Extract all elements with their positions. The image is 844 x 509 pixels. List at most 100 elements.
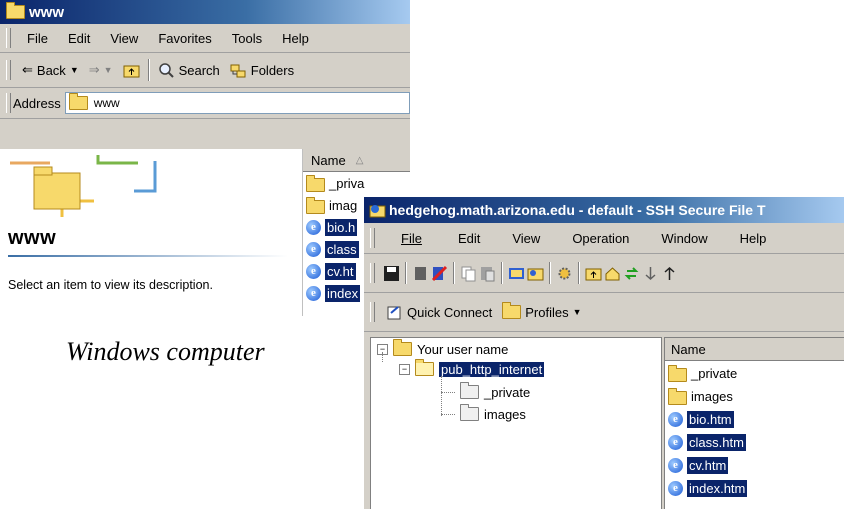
column-name-label: Name xyxy=(311,152,346,168)
forward-button[interactable]: ⇒ ▼ xyxy=(84,62,118,78)
menu-view[interactable]: View xyxy=(100,31,148,46)
column-header-name[interactable]: Name xyxy=(665,338,844,361)
up-folder-icon[interactable] xyxy=(585,265,602,282)
forward-arrow-icon: ⇒ xyxy=(88,62,100,77)
menu-view[interactable]: View xyxy=(496,231,556,246)
file-name: _priva xyxy=(329,175,365,191)
file-row[interactable]: e cv.htm xyxy=(665,454,844,477)
tree-branch-line xyxy=(441,391,455,393)
settings-icon[interactable] xyxy=(556,265,573,282)
save-icon[interactable] xyxy=(383,265,400,282)
folders-button[interactable]: Folders xyxy=(225,62,299,79)
tree-root-label: Your user name xyxy=(417,341,509,357)
menu-operation[interactable]: Operation xyxy=(556,231,645,246)
toolbar-grip[interactable] xyxy=(6,60,11,80)
folder-icon xyxy=(668,365,687,382)
menu-help[interactable]: Help xyxy=(724,231,783,246)
toolbar-separator xyxy=(501,262,503,284)
menu-favorites[interactable]: Favorites xyxy=(148,31,221,46)
description-text: Select an item to view its description. xyxy=(8,278,213,292)
ssh-connect-bar: Quick Connect Profiles ▼ xyxy=(364,293,844,332)
dropdown-arrow-icon[interactable]: ▼ xyxy=(70,65,79,75)
download-arrow-icon[interactable] xyxy=(642,265,659,282)
upload-arrow-icon[interactable] xyxy=(661,265,678,282)
tree-item-current[interactable]: − pub_http_internet xyxy=(399,359,545,379)
address-value: www xyxy=(93,96,120,110)
folder-icon xyxy=(6,2,25,19)
menu-edit[interactable]: Edit xyxy=(58,31,100,46)
folder-icon xyxy=(306,196,325,214)
file-name: class xyxy=(325,240,359,258)
column-header-name[interactable]: Name △ xyxy=(303,149,410,172)
new-file-transfer-icon[interactable] xyxy=(527,265,544,282)
up-folder-button[interactable] xyxy=(118,62,145,79)
file-row[interactable]: e class.htm xyxy=(665,431,844,454)
menu-file[interactable]: File xyxy=(17,31,58,46)
connect-icon[interactable] xyxy=(412,265,429,282)
toolbar-grip[interactable] xyxy=(6,28,11,48)
file-row[interactable]: e index.htm xyxy=(665,477,844,500)
quick-connect-button[interactable]: Quick Connect xyxy=(381,304,497,321)
toolbar-grip[interactable] xyxy=(370,228,375,248)
collapse-toggle-icon[interactable]: − xyxy=(399,363,410,375)
refresh-icon[interactable] xyxy=(623,265,640,282)
address-input[interactable]: www xyxy=(64,92,410,114)
search-button[interactable]: Search xyxy=(153,62,225,79)
file-row[interactable]: e bio.htm xyxy=(665,408,844,431)
ssh-titlebar[interactable]: hedgehog.math.arizona.edu - default - SS… xyxy=(364,197,844,223)
file-name: bio.htm xyxy=(687,411,734,428)
explorer-titlebar[interactable]: www xyxy=(0,0,410,24)
menu-edit[interactable]: Edit xyxy=(442,231,496,246)
open-folder-icon xyxy=(415,359,434,376)
dropdown-arrow-icon: ▼ xyxy=(572,307,582,317)
back-button[interactable]: ⇐ Back ▼ xyxy=(17,62,84,78)
menu-file[interactable]: File xyxy=(381,231,442,246)
new-terminal-icon[interactable] xyxy=(508,265,525,282)
ssh-window: hedgehog.math.arizona.edu - default - SS… xyxy=(363,197,844,509)
back-label: Back xyxy=(36,62,66,78)
folder-info-pane: www Select an item to view its descripti… xyxy=(8,149,300,316)
disconnect-icon[interactable] xyxy=(431,265,448,282)
remote-file-list: Name _private images e bio.htm e class.htm e cv… xyxy=(664,337,844,509)
folder-banner-graphic xyxy=(10,155,157,217)
tree-item-private[interactable]: _private xyxy=(441,382,530,402)
menu-window[interactable]: Window xyxy=(645,231,723,246)
tree-item-images[interactable]: images xyxy=(441,404,526,424)
tree-item-root[interactable]: − Your user name xyxy=(377,339,508,359)
explorer-window: www File Edit View Favorites Tools Help … xyxy=(0,0,410,316)
toolbar-grip[interactable] xyxy=(370,302,375,322)
file-row[interactable]: images xyxy=(665,385,844,408)
file-row[interactable]: _private xyxy=(665,362,844,385)
ssh-toolbar xyxy=(364,254,844,293)
home-icon[interactable] xyxy=(604,265,621,282)
search-icon xyxy=(158,62,174,78)
menu-tools[interactable]: Tools xyxy=(222,31,272,46)
folder-icon xyxy=(460,404,479,421)
toolbar-separator xyxy=(578,262,580,284)
menu-help[interactable]: Help xyxy=(272,31,319,46)
toolbar-grip[interactable] xyxy=(6,93,11,113)
dropdown-arrow-icon[interactable]: ▼ xyxy=(104,65,113,75)
ie-page-icon: e xyxy=(306,241,321,257)
paste-icon[interactable] xyxy=(479,265,496,282)
file-name: index xyxy=(325,284,361,302)
profiles-button[interactable]: Profiles ▼ xyxy=(497,302,586,320)
file-row[interactable]: _priva xyxy=(303,172,410,194)
copy-icon[interactable] xyxy=(460,265,477,282)
tree-current-label: pub_http_internet xyxy=(439,361,545,377)
toolbar-separator xyxy=(453,262,455,284)
folder-icon xyxy=(68,93,88,110)
file-name: class.htm xyxy=(687,434,746,451)
up-folder-icon xyxy=(123,65,140,77)
folders-icon xyxy=(230,64,246,77)
tree-child-label: _private xyxy=(484,384,531,400)
quick-connect-label: Quick Connect xyxy=(407,304,493,320)
ssh-menubar: File Edit View Operation Window Help xyxy=(364,223,844,254)
remote-folder-tree: − Your user name − pub_http_internet _pr… xyxy=(370,337,662,509)
file-rows: _private images e bio.htm e class.htm e cv.htm e… xyxy=(665,361,844,500)
profiles-label: Profiles xyxy=(525,304,569,320)
toolbar-grip[interactable] xyxy=(370,263,375,283)
tree-child-label: images xyxy=(484,406,526,422)
explorer-toolbar: ⇐ Back ▼ ⇒ ▼ Search Folders xyxy=(0,53,410,88)
ie-page-icon: e xyxy=(668,412,683,427)
